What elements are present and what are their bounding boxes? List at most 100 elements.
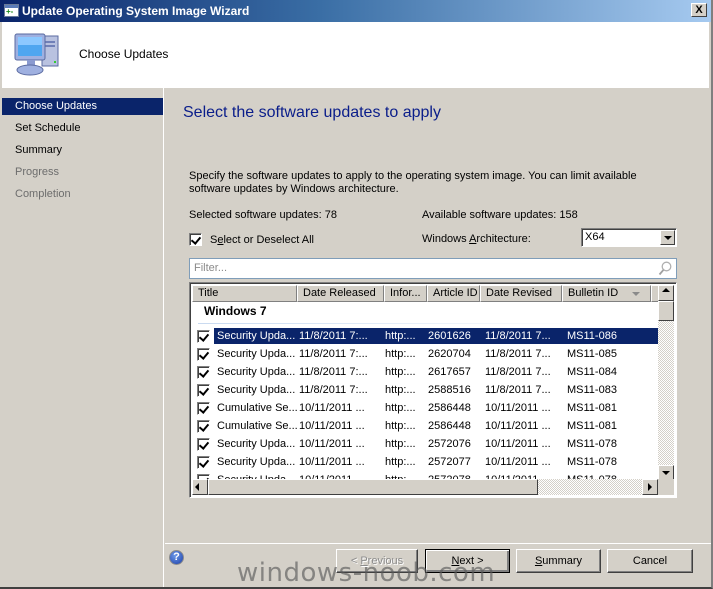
cell-bulletin-id: MS11-078: [567, 456, 617, 468]
cell-bulletin-id: MS11-086: [567, 330, 617, 342]
footer-divider: [165, 543, 711, 544]
cell-article-id: 2620704: [428, 348, 471, 360]
cell-date-revised: 11/8/2011 7...: [485, 366, 551, 378]
cell-date-released: 11/8/2011 7:...: [299, 384, 368, 396]
cell-bulletin-id: MS11-081: [567, 420, 617, 432]
select-all-label: Select or Deselect All: [210, 233, 314, 246]
title-bar: Update Operating System Image Wizard X: [0, 0, 711, 22]
scroll-right-button[interactable]: [642, 479, 658, 495]
vertical-scrollbar[interactable]: [658, 285, 674, 481]
row-checkbox[interactable]: [197, 437, 210, 451]
cell-date-released: 10/11/2011 ...: [299, 420, 365, 432]
computer-icon: [14, 33, 59, 76]
vertical-scroll-thumb[interactable]: [658, 301, 674, 321]
select-all-checkbox[interactable]: Select or Deselect All: [189, 233, 314, 246]
wizard-header: Choose Updates: [2, 22, 709, 88]
table-row[interactable]: Security Upda... 11/8/2011 7:... http:... 2…: [192, 381, 662, 399]
cell-title: Cumulative Se...: [217, 420, 298, 432]
page-title: Select the software updates to apply: [183, 104, 441, 121]
arrow-left-icon: [195, 483, 199, 491]
step-summary[interactable]: Summary: [2, 142, 163, 159]
cell-date-revised: 10/11/2011 ...: [485, 456, 551, 468]
cell-date-revised: 11/8/2011 7...: [485, 330, 551, 342]
sort-descending-icon: [632, 292, 640, 296]
wizard-content: Select the software updates to apply Spe…: [165, 88, 711, 543]
select-all-check-box[interactable]: [189, 233, 202, 246]
chevron-down-icon[interactable]: [660, 230, 675, 245]
cell-information: http:...: [385, 456, 416, 468]
cell-article-id: 2572076: [428, 438, 471, 450]
wizard-window: Update Operating System Image Wizard X C…: [0, 0, 713, 589]
header-title: Choose Updates: [79, 47, 169, 61]
row-checkbox[interactable]: [197, 347, 210, 361]
filter-input[interactable]: Filter...: [189, 258, 677, 279]
cell-title: Security Upda...: [217, 366, 296, 378]
table-row[interactable]: Security Upda... 11/8/2011 7:... http:... 2…: [192, 345, 662, 363]
scroll-up-button[interactable]: [658, 285, 674, 301]
close-button[interactable]: X: [691, 3, 707, 17]
column-date-revised[interactable]: Date Revised: [480, 285, 562, 302]
table-row[interactable]: Security Upda... 10/11/2011 ... http:... 25…: [192, 453, 662, 471]
table-row[interactable]: Security Upda... 10/11/2011 ... http:... 25…: [192, 435, 662, 453]
cell-article-id: 2588516: [428, 384, 471, 396]
column-title[interactable]: Title: [192, 285, 297, 302]
cell-article-id: 2601626: [428, 330, 471, 342]
cancel-button[interactable]: Cancel: [607, 549, 693, 573]
group-header-windows-7[interactable]: Windows 7: [204, 304, 267, 318]
step-progress: Progress: [15, 166, 60, 178]
filter-placeholder: Filter...: [194, 262, 228, 274]
summary-button[interactable]: Summary: [516, 549, 601, 573]
grid-header: Title Date Released Infor... Article ID …: [192, 285, 663, 302]
step-choose-updates[interactable]: Choose Updates: [2, 98, 163, 115]
search-icon[interactable]: [658, 261, 672, 276]
row-checkbox[interactable]: [197, 419, 210, 433]
cell-title: Security Upda...: [217, 348, 296, 360]
cell-information: http:...: [385, 420, 416, 432]
cell-date-revised: 11/8/2011 7...: [485, 348, 551, 360]
architecture-dropdown[interactable]: X64: [581, 228, 677, 247]
arrow-up-icon: [662, 288, 670, 292]
table-row[interactable]: Cumulative Se... 10/11/2011 ... http:... 25…: [192, 417, 662, 435]
updates-grid: Title Date Released Infor... Article ID …: [189, 282, 677, 498]
row-checkbox[interactable]: [197, 383, 210, 397]
column-date-released[interactable]: Date Released: [297, 285, 384, 302]
cell-article-id: 2586448: [428, 402, 471, 414]
cell-information: http:...: [385, 438, 416, 450]
cell-title: Cumulative Se...: [217, 402, 298, 414]
wizard-steps-sidebar: Choose Updates Set Schedule Summary Prog…: [2, 88, 164, 587]
cell-date-released: 11/8/2011 7:...: [299, 348, 368, 360]
scrollbar-corner: [658, 479, 674, 495]
row-checkbox[interactable]: [197, 401, 210, 415]
table-row[interactable]: Security Upda... 11/8/2011 7:... http:... 2…: [192, 363, 662, 381]
column-bulletin-id[interactable]: Bulletin ID: [562, 285, 651, 302]
step-set-schedule[interactable]: Set Schedule: [2, 120, 163, 137]
scroll-left-button[interactable]: [192, 479, 208, 495]
table-row[interactable]: Cumulative Se... 10/11/2011 ... http:... 25…: [192, 399, 662, 417]
table-row[interactable]: Security Upda... 11/8/2011 7:... http:... 2…: [192, 327, 662, 345]
column-article-id[interactable]: Article ID: [427, 285, 480, 302]
arrow-down-icon: [662, 471, 670, 475]
horizontal-scrollbar[interactable]: [192, 479, 658, 495]
help-icon[interactable]: ?: [169, 550, 184, 565]
cell-bulletin-id: MS11-078: [567, 438, 617, 450]
cell-article-id: 2572077: [428, 456, 471, 468]
cell-title: Security Upda...: [217, 456, 296, 468]
horizontal-scroll-thumb[interactable]: [208, 479, 538, 495]
cell-information: http:...: [385, 366, 416, 378]
row-checkbox[interactable]: [197, 329, 210, 343]
watermark: windows-noob.com: [237, 558, 496, 588]
cell-title: Security Upda...: [217, 330, 296, 342]
cell-date-released: 11/8/2011 7:...: [299, 366, 368, 378]
row-checkbox[interactable]: [197, 455, 210, 469]
cell-bulletin-id: MS11-085: [567, 348, 617, 360]
cell-information: http:...: [385, 384, 416, 396]
cell-information: http:...: [385, 402, 416, 414]
cell-date-released: 11/8/2011 7:...: [299, 330, 368, 342]
available-updates-count: Available software updates: 158: [422, 209, 578, 221]
cell-title: Security Upda...: [217, 438, 296, 450]
row-checkbox[interactable]: [197, 365, 210, 379]
column-information[interactable]: Infor...: [384, 285, 427, 302]
architecture-label: Windows Architecture:: [422, 233, 531, 245]
cell-date-revised: 10/11/2011 ...: [485, 438, 551, 450]
cell-information: http:...: [385, 330, 416, 342]
